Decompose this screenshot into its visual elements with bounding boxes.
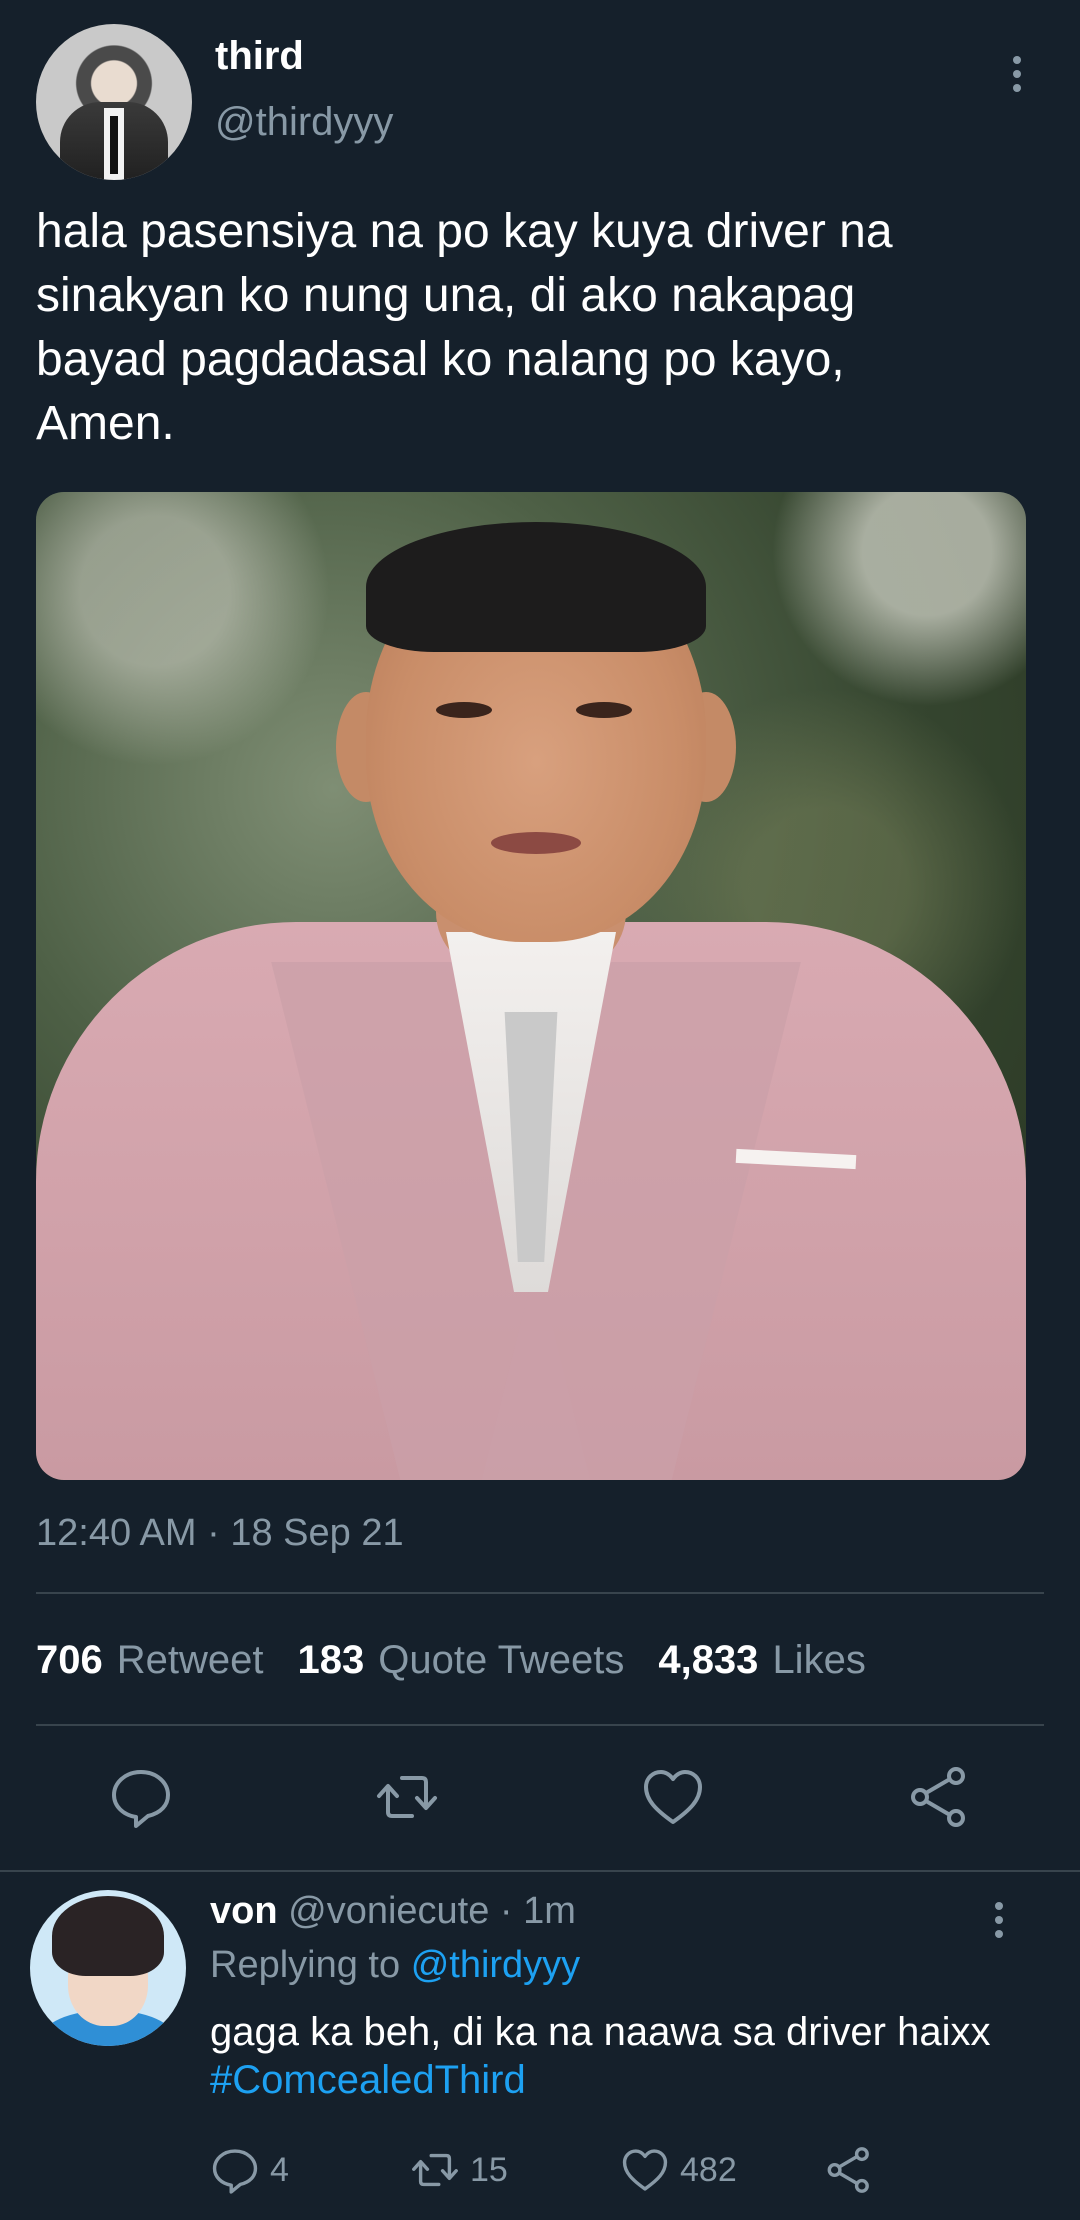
share-icon[interactable]: [906, 1764, 972, 1830]
author-avatar[interactable]: [36, 24, 192, 180]
reply-author-meta[interactable]: @voniecute · 1m: [288, 1890, 576, 1932]
section-divider: [0, 1870, 1080, 1872]
retweets-count: 706: [36, 1638, 103, 1682]
divider: [36, 1724, 1044, 1726]
like-icon[interactable]: [640, 1764, 706, 1830]
quotes-label: Quote Tweets: [378, 1638, 625, 1682]
quotes-count: 183: [297, 1638, 365, 1682]
reply-header: von @voniecute · 1m: [210, 1890, 576, 1933]
reply-more-options-icon[interactable]: [982, 1898, 1016, 1942]
reply-author-name[interactable]: von: [210, 1890, 278, 1932]
reply-text: gaga ka beh, di ka na naawa sa driver ha…: [210, 2008, 1030, 2104]
retweet-icon[interactable]: [374, 1764, 440, 1830]
tweet-timestamp[interactable]: 12:40 AM · 18 Sep 21: [36, 1512, 404, 1555]
reply-text-main: gaga ka beh, di ka na naawa sa driver ha…: [210, 2010, 991, 2054]
reply-hashtag-link[interactable]: #ComcealedThird: [210, 2058, 526, 2102]
reply-reply-count: 4: [270, 2150, 289, 2189]
tweet-image[interactable]: [36, 492, 1026, 1480]
replying-prefix: Replying to: [210, 1944, 401, 1986]
like-icon: [622, 2149, 668, 2191]
reply-retweet-button[interactable]: 15: [410, 2144, 508, 2196]
tweet-text: hala pasensiya na po kay kuya driver na …: [36, 205, 893, 450]
reply-author-avatar[interactable]: [30, 1890, 186, 2046]
retweets-stat[interactable]: 706 Retweet: [36, 1638, 264, 1683]
reply-reply-button[interactable]: 4: [210, 2144, 289, 2196]
reply-icon[interactable]: [108, 1764, 174, 1830]
author-display-name[interactable]: third: [215, 34, 304, 79]
retweet-icon: [412, 2153, 458, 2187]
more-options-icon[interactable]: [1000, 52, 1034, 96]
reply-share-button[interactable]: [824, 2144, 874, 2196]
replying-handle-link[interactable]: @thirdyyy: [411, 1944, 581, 1986]
likes-count: 4,833: [658, 1638, 759, 1682]
reply-like-count: 482: [680, 2150, 737, 2189]
quotes-stat[interactable]: 183 Quote Tweets: [298, 1638, 625, 1683]
retweets-label: Retweet: [116, 1638, 264, 1682]
divider: [36, 1592, 1044, 1594]
reply-like-button[interactable]: 482: [620, 2144, 737, 2196]
replying-to: Replying to @thirdyyy: [210, 1944, 580, 1987]
author-handle[interactable]: @thirdyyy: [215, 100, 393, 145]
reply-retweet-count: 15: [470, 2150, 508, 2189]
share-icon: [827, 2147, 869, 2193]
likes-stat[interactable]: 4,833 Likes: [658, 1638, 866, 1683]
reply-icon: [212, 2149, 258, 2194]
tweet-stats: 706 Retweet 183 Quote Tweets 4,833 Likes: [36, 1638, 866, 1683]
likes-label: Likes: [772, 1638, 866, 1682]
